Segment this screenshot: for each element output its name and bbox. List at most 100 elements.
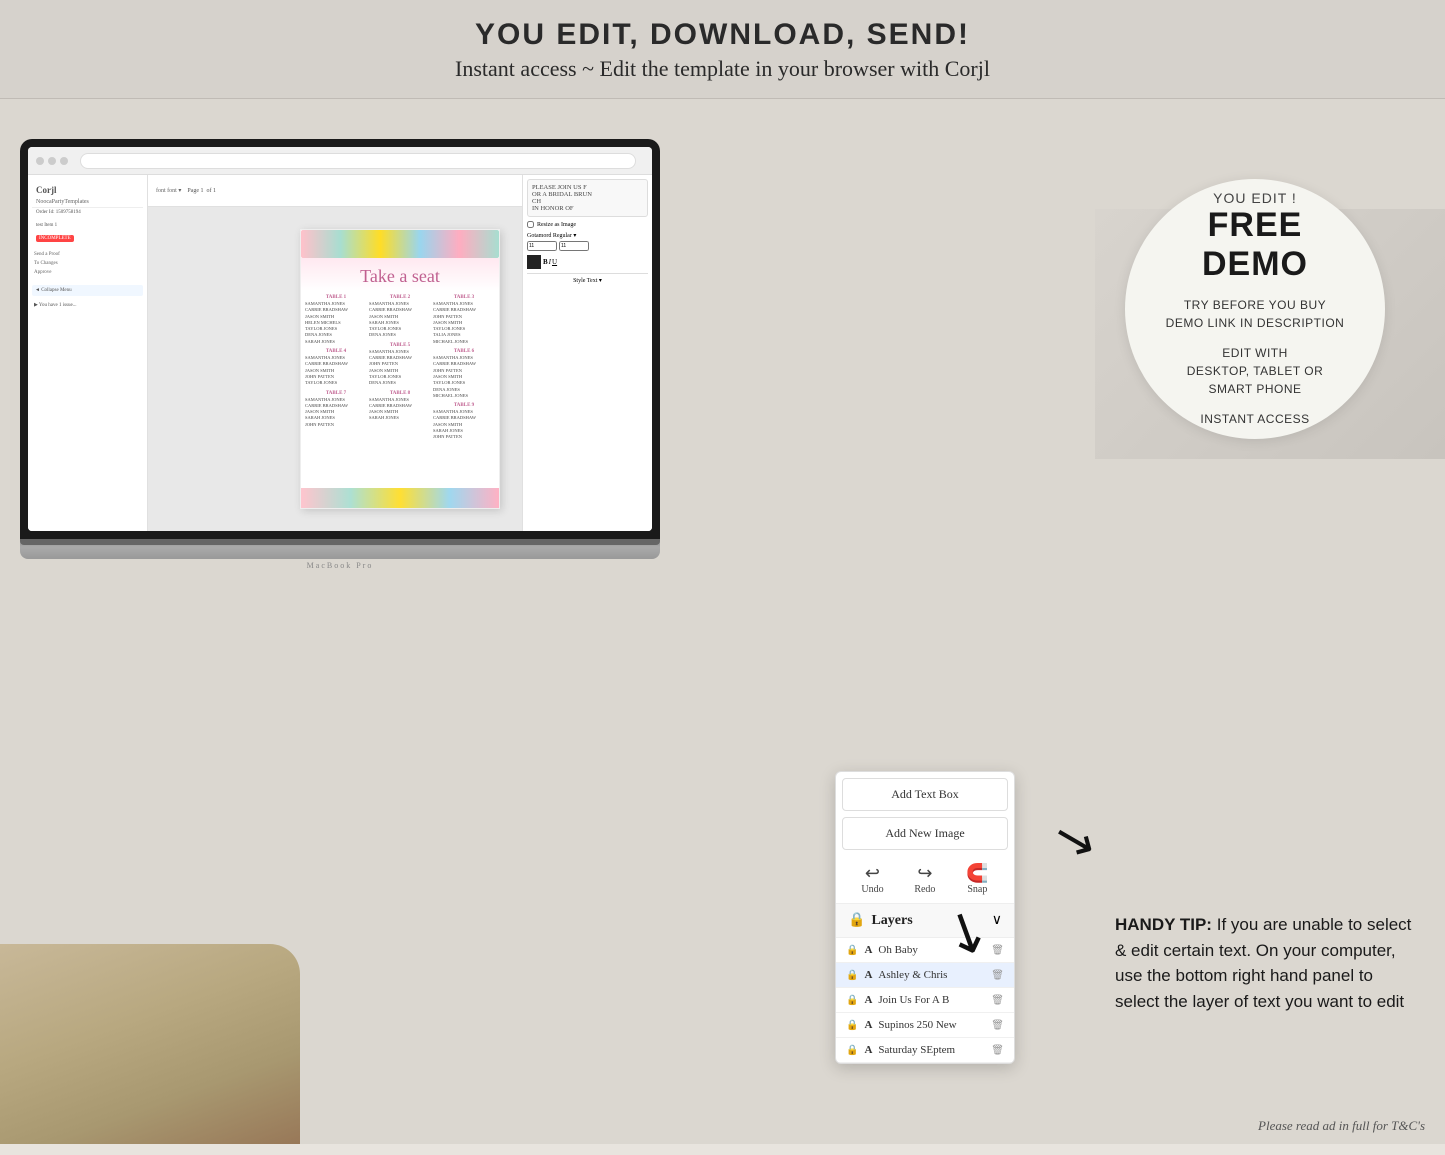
trash-icon-2[interactable]: 🗑 <box>991 970 1004 981</box>
layer-name-5: Saturday SEptem <box>878 1044 985 1056</box>
collapse-menu[interactable]: ◄ Collapse Menu <box>32 285 143 296</box>
table-col-1: TABLE 1 SAMANTHA JONESCARRIE BRADSHAWJAS… <box>305 295 367 441</box>
brand-name: NoocaPartyTemplates <box>32 197 143 208</box>
header-title: YOU EDIT, DOWNLOAD, SEND! <box>0 18 1445 52</box>
browser-dot-green <box>60 157 68 165</box>
size-controls <box>527 241 648 251</box>
free-demo-title: FREE DEMO <box>1155 206 1355 284</box>
main-content: Corjl NoocaPartyTemplates Order Id: 1509… <box>0 99 1445 1144</box>
type-icon-1: A <box>864 944 872 956</box>
color-swatch[interactable] <box>527 255 541 269</box>
format-controls: B I U <box>527 255 648 269</box>
trash-icon-3[interactable]: 🗑 <box>991 995 1004 1006</box>
icon-row: ↩ Undo ↪ Redo 🧲 Snap <box>836 856 1014 904</box>
table-col-3: TABLE 3 SAMANTHA JONESCARRIE BRADSHAWJOH… <box>433 295 495 441</box>
layer-name-4: Supinos 250 New <box>878 1019 985 1031</box>
undo-label: Undo <box>861 884 883 895</box>
layer-name-3: Join Us For A B <box>878 994 985 1006</box>
font-label: Gotamord Regular ▾ <box>527 232 648 239</box>
sidebar-action-3[interactable]: Approve <box>32 268 143 277</box>
arrow-to-tip: ↘ <box>1047 809 1100 868</box>
line-height-input[interactable] <box>559 241 589 251</box>
lock-icon-1: 🔒 <box>846 945 858 956</box>
page-controls: Page 1 of 1 <box>187 188 216 194</box>
snap-icon: 🧲 <box>966 864 988 882</box>
underline-btn[interactable]: U <box>552 258 557 266</box>
trash-icon-4[interactable]: 🗑 <box>991 1020 1004 1031</box>
corjl-editor: Corjl NoocaPartyTemplates Order Id: 1509… <box>28 175 652 531</box>
order-id: Order Id: 1509758194 <box>32 208 143 217</box>
sidebar-action-1[interactable]: Send a Proof <box>32 250 143 259</box>
free-demo-circle: YOU EDIT ! FREE DEMO TRY BEFORE YOU BUY … <box>1125 179 1385 439</box>
corjl-canvas-area: font font ▾ Page 1 of 1 📋 ↗ <box>148 175 652 531</box>
type-icon-4: A <box>864 1019 872 1031</box>
browser-dot-red <box>36 157 44 165</box>
resize-image: Resize as Image <box>527 221 648 228</box>
type-icon-3: A <box>864 994 872 1006</box>
lock-icon-4: 🔒 <box>846 1020 858 1031</box>
page-num: Page 1 <box>187 188 203 194</box>
demo-link-text: DEMO LINK IN DESCRIPTION <box>1166 314 1345 332</box>
layer-name-2: Ashley & Chris <box>878 969 985 981</box>
sidebar-action-2[interactable]: To Changes <box>32 259 143 268</box>
header-banner: YOU EDIT, DOWNLOAD, SEND! Instant access… <box>0 0 1445 99</box>
handy-tip-label: HANDY TIP: <box>1115 915 1212 934</box>
device-text: DESKTOP, TABLET OR <box>1187 362 1324 380</box>
format-icons: B I U <box>543 258 557 266</box>
font-size-input[interactable] <box>527 241 557 251</box>
add-new-image-button[interactable]: Add New Image <box>842 817 1008 850</box>
layer-item-supinos[interactable]: 🔒 A Supinos 250 New 🗑 <box>836 1013 1014 1038</box>
seating-tables: TABLE 1 SAMANTHA JONESCARRIE BRADSHAWJAS… <box>301 291 499 445</box>
layer-item-saturday[interactable]: 🔒 A Saturday SEptem 🗑 <box>836 1038 1014 1063</box>
try-before-text: TRY BEFORE YOU BUY <box>1184 296 1326 314</box>
resize-checkbox[interactable] <box>527 221 534 228</box>
sidebar-actions: Send a Proof To Changes Approve <box>32 250 143 277</box>
layer-item-join-us[interactable]: 🔒 A Join Us For A B 🗑 <box>836 988 1014 1013</box>
laptop-screen-outer: Corjl NoocaPartyTemplates Order Id: 1509… <box>20 139 660 539</box>
snap-label: Snap <box>967 884 987 895</box>
corjl-logo: Corjl <box>32 183 143 197</box>
undo-icon: ↩ <box>865 864 880 882</box>
header-subtitle: Instant access ~ Edit the template in yo… <box>0 56 1445 82</box>
lock-icon-header: 🔒 <box>848 912 865 929</box>
type-icon-5: A <box>864 1044 872 1056</box>
edit-with-text: EDIT WITH <box>1222 344 1288 362</box>
laptop-container: Corjl NoocaPartyTemplates Order Id: 1509… <box>20 139 660 570</box>
disclaimer: Please read ad in full for T&C's <box>1258 1118 1425 1134</box>
table-col-2: TABLE 2 SAMANTHA JONESCARRIE BRADSHAWJAS… <box>369 295 431 441</box>
seating-chart-card[interactable]: Take a seat TABLE 1 SAMANTHA JONESCARRIE… <box>300 229 500 509</box>
redo-icon: ↪ <box>917 864 932 882</box>
you-edit-label: YOU EDIT ! <box>1213 190 1297 206</box>
italic-btn[interactable]: I <box>549 258 551 266</box>
seating-title: Take a seat <box>305 266 495 287</box>
bold-btn[interactable]: B <box>543 258 548 266</box>
trash-icon-5[interactable]: 🗑 <box>991 1045 1004 1056</box>
hand-area <box>0 944 300 1144</box>
status-badge: INCOMPLETE <box>32 231 143 244</box>
smart-phone-text: SMART PHONE <box>1208 380 1301 398</box>
seating-card-header: Take a seat <box>301 258 499 291</box>
add-text-box-button[interactable]: Add Text Box <box>842 778 1008 811</box>
bottom-tab[interactable]: ▶ You have 1 issue... <box>32 300 143 310</box>
type-icon-2: A <box>864 969 872 981</box>
snap-button[interactable]: 🧲 Snap <box>966 864 988 895</box>
font-selector[interactable]: font font ▾ <box>156 187 181 194</box>
instant-access-text: INSTANT ACCESS <box>1200 410 1309 428</box>
corjl-sidebar: Corjl NoocaPartyTemplates Order Id: 1509… <box>28 175 148 531</box>
editor-right-panel: PLEASE JOIN US FOR A BRIDAL BRUNCHIN HON… <box>522 175 652 531</box>
corjl-canvas: Take a seat TABLE 1 SAMANTHA JONESCARRIE… <box>148 207 652 531</box>
lock-icon-5: 🔒 <box>846 1045 858 1056</box>
redo-label: Redo <box>914 884 935 895</box>
trash-icon-1[interactable]: 🗑 <box>991 945 1004 956</box>
browser-chrome <box>28 147 652 175</box>
browser-url-bar[interactable] <box>80 153 636 169</box>
page-of: of 1 <box>207 188 217 194</box>
status-area: test Item 1 <box>32 217 143 231</box>
style-text-btn[interactable]: Style Text ▾ <box>527 273 648 284</box>
layer-item-ashley-chris[interactable]: 🔒 A Ashley & Chris 🗑 <box>836 963 1014 988</box>
handy-tip-area: HANDY TIP: If you are unable to select &… <box>1115 912 1415 1014</box>
laptop-hinge <box>20 539 660 545</box>
undo-button[interactable]: ↩ Undo <box>861 864 883 895</box>
please-join-text: PLEASE JOIN US FOR A BRIDAL BRUNCHIN HON… <box>527 179 648 217</box>
redo-button[interactable]: ↪ Redo <box>914 864 935 895</box>
